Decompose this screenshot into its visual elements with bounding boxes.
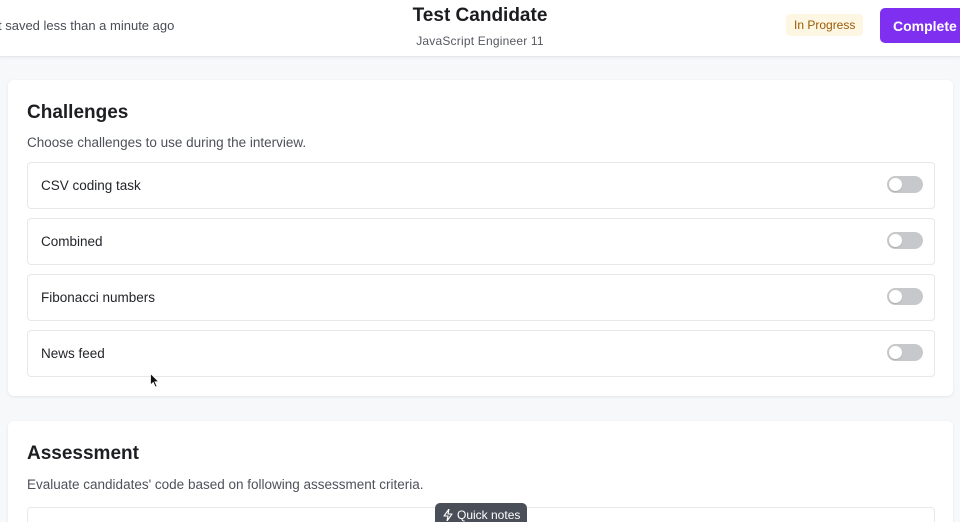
challenge-label: News feed <box>41 346 105 361</box>
challenge-label: Combined <box>41 234 103 249</box>
challenges-description: Choose challenges to use during the inte… <box>27 135 307 150</box>
mouse-cursor-icon <box>150 373 160 388</box>
quick-notes-label: Quick notes <box>457 508 521 522</box>
challenge-toggle[interactable] <box>887 176 923 193</box>
challenge-row: CSV coding task <box>27 162 935 209</box>
candidate-role: JavaScript Engineer 11 <box>416 34 544 48</box>
top-bar: t saved less than a minute ago Test Cand… <box>0 0 960 57</box>
toggle-knob <box>889 290 902 303</box>
candidate-name: Test Candidate <box>412 5 548 26</box>
status-badge: In Progress <box>786 14 864 36</box>
challenge-row: Fibonacci numbers <box>27 274 935 321</box>
challenge-row: Combined <box>27 218 935 265</box>
challenge-row: News feed <box>27 330 935 377</box>
challenge-toggle[interactable] <box>887 344 923 361</box>
challenge-toggle[interactable] <box>887 288 923 305</box>
challenge-toggle[interactable] <box>887 232 923 249</box>
assessment-description: Evaluate candidates' code based on follo… <box>27 477 424 492</box>
toggle-knob <box>889 346 902 359</box>
complete-interview-button[interactable]: Complete In <box>880 8 960 43</box>
challenges-card: Challenges Choose challenges to use duri… <box>8 80 953 396</box>
candidate-heading: Test Candidate JavaScript Engineer 11 <box>380 5 580 48</box>
assessment-title: Assessment <box>27 443 139 464</box>
challenge-label: CSV coding task <box>41 178 141 193</box>
bolt-icon <box>443 509 453 521</box>
challenge-label: Fibonacci numbers <box>41 290 156 305</box>
toggle-knob <box>889 178 902 191</box>
toggle-knob <box>889 234 902 247</box>
challenges-title: Challenges <box>27 102 129 123</box>
quick-notes-button[interactable]: Quick notes <box>435 503 527 522</box>
save-status-text: t saved less than a minute ago <box>0 18 175 33</box>
